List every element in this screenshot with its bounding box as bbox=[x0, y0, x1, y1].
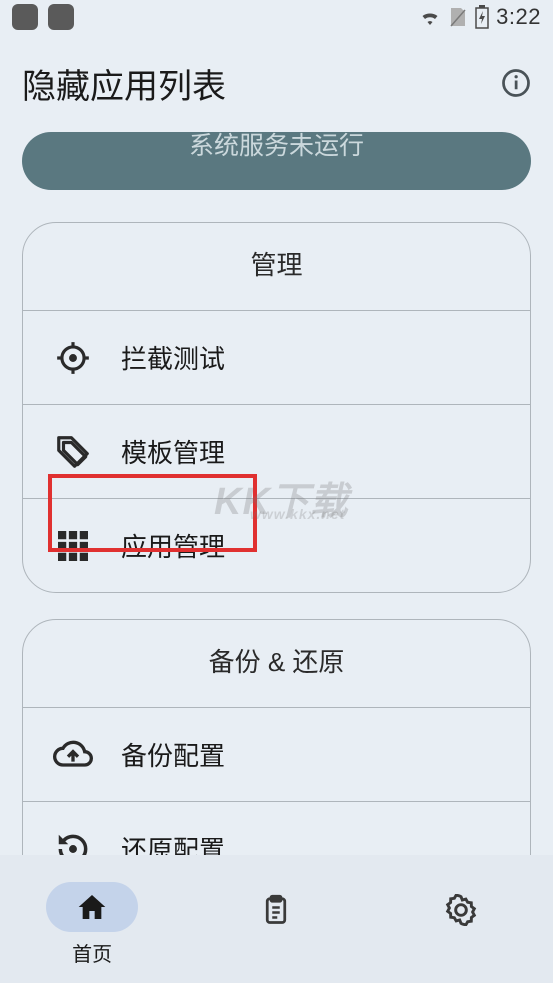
content: 系统服务未运行 管理 拦截测试 模板管理 应用管理 备份 & 还原 bbox=[0, 132, 553, 896]
home-icon bbox=[76, 891, 108, 923]
row-template-manage[interactable]: 模板管理 bbox=[23, 404, 530, 498]
clock: 3:22 bbox=[496, 4, 541, 30]
row-backup-config[interactable]: 备份配置 bbox=[23, 707, 530, 801]
no-sim-icon bbox=[448, 6, 468, 28]
gear-icon bbox=[445, 894, 477, 926]
status-right: 3:22 bbox=[418, 4, 541, 30]
cloud-upload-icon bbox=[53, 735, 93, 775]
app-bar: 隐藏应用列表 bbox=[0, 34, 553, 132]
row-label: 应用管理 bbox=[121, 527, 225, 564]
backup-card-title: 备份 & 还原 bbox=[23, 620, 530, 707]
status-bar: 3:22 bbox=[0, 0, 553, 34]
tag-icon bbox=[53, 432, 93, 472]
service-status-banner[interactable]: 系统服务未运行 bbox=[22, 132, 531, 190]
nav-settings[interactable] bbox=[415, 885, 507, 964]
manage-card-title: 管理 bbox=[23, 223, 530, 310]
recent-app-icon bbox=[12, 4, 38, 30]
info-icon bbox=[501, 68, 531, 98]
bottom-nav: 首页 bbox=[0, 855, 553, 983]
row-label: 模板管理 bbox=[121, 433, 225, 470]
wifi-icon bbox=[418, 7, 442, 27]
nav-logs[interactable] bbox=[230, 885, 322, 964]
row-label: 备份配置 bbox=[121, 736, 225, 773]
clipboard-icon bbox=[261, 893, 291, 927]
row-intercept-test[interactable]: 拦截测试 bbox=[23, 310, 530, 404]
row-label: 拦截测试 bbox=[121, 339, 225, 376]
status-left bbox=[12, 4, 74, 30]
grid-icon bbox=[53, 526, 93, 566]
row-app-manage[interactable]: 应用管理 bbox=[23, 498, 530, 592]
nav-home[interactable]: 首页 bbox=[46, 882, 138, 967]
info-button[interactable] bbox=[501, 68, 531, 98]
recent-app-icon bbox=[48, 4, 74, 30]
manage-card: 管理 拦截测试 模板管理 应用管理 bbox=[22, 222, 531, 593]
nav-logs-label bbox=[274, 941, 280, 964]
nav-settings-label bbox=[458, 941, 464, 964]
page-title: 隐藏应用列表 bbox=[22, 59, 226, 108]
banner-text: 系统服务未运行 bbox=[189, 132, 364, 162]
battery-charging-icon bbox=[474, 5, 490, 29]
nav-home-label: 首页 bbox=[72, 938, 112, 967]
crosshair-icon bbox=[53, 338, 93, 378]
